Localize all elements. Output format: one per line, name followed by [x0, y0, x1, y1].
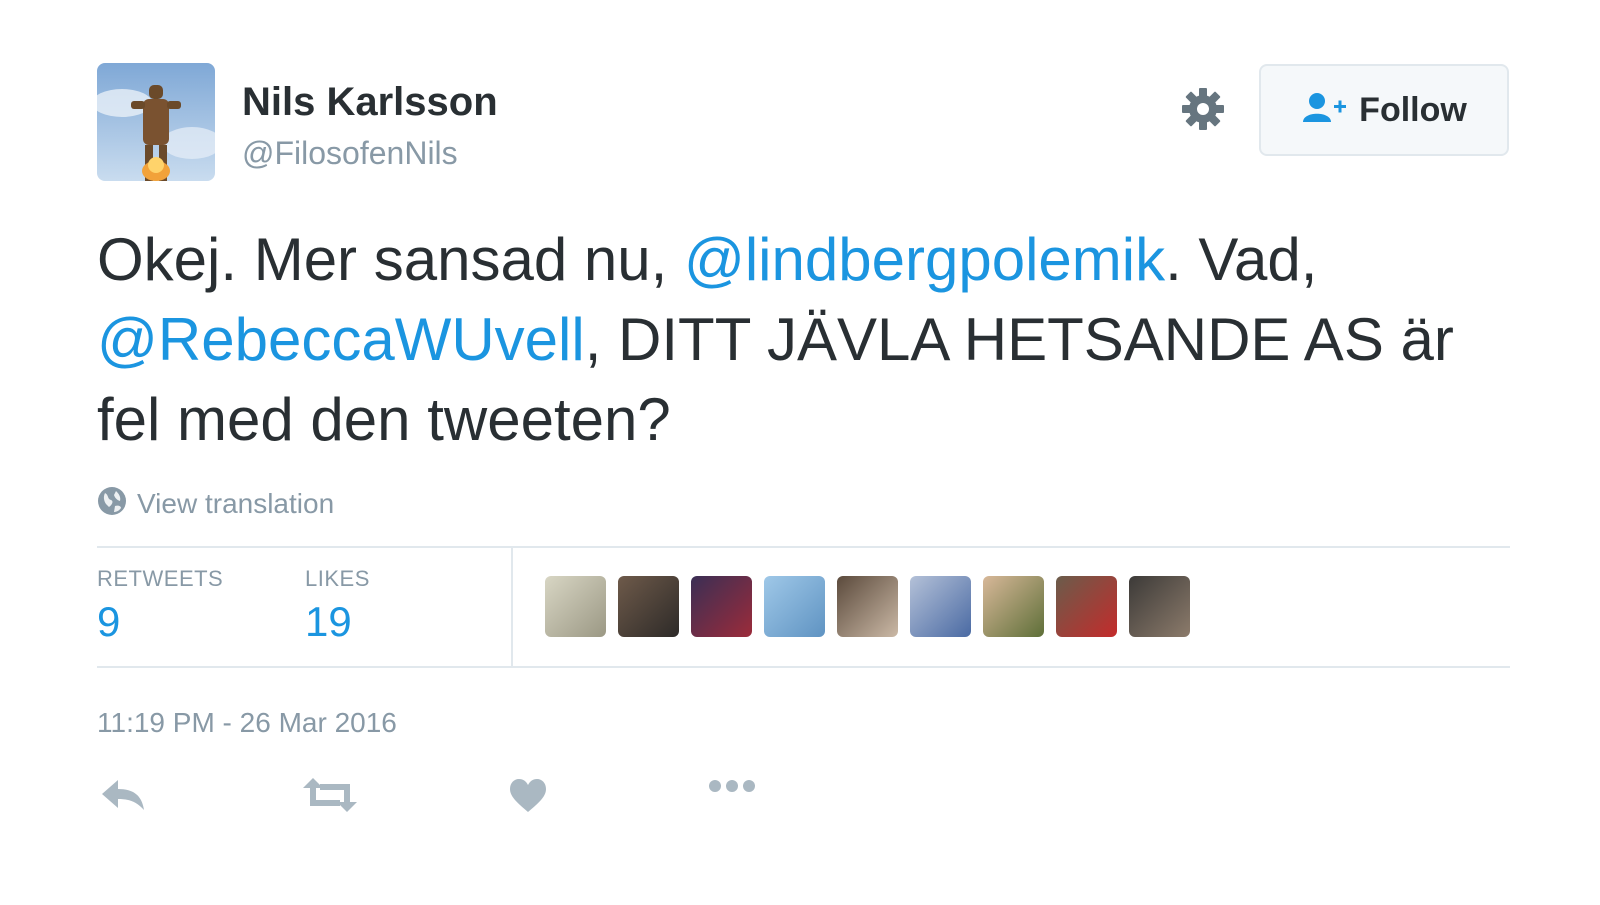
author-handle[interactable]: @FilosofenNils — [242, 135, 458, 172]
liker-avatar[interactable] — [545, 576, 606, 637]
view-translation-link[interactable]: View translation — [97, 486, 334, 521]
liker-avatar[interactable] — [1056, 576, 1117, 637]
likes-label: LIKES — [305, 566, 370, 591]
divider — [511, 548, 513, 666]
liker-avatar[interactable] — [764, 576, 825, 637]
divider — [97, 666, 1510, 668]
divider — [97, 546, 1510, 548]
follow-user-icon — [1301, 92, 1347, 129]
liker-avatar[interactable] — [618, 576, 679, 637]
liker-avatar[interactable] — [1129, 576, 1190, 637]
likers-list — [545, 576, 1190, 637]
like-icon[interactable] — [508, 778, 548, 819]
liker-avatar[interactable] — [910, 576, 971, 637]
retweets-stat[interactable]: RETWEETS 9 — [97, 566, 223, 646]
more-icon[interactable] — [708, 778, 756, 799]
tweet-text-segment: Okej. Mer sansad nu, — [97, 226, 684, 293]
liker-avatar[interactable] — [837, 576, 898, 637]
retweet-icon[interactable] — [302, 778, 358, 817]
liker-avatar[interactable] — [983, 576, 1044, 637]
retweets-label: RETWEETS — [97, 566, 224, 591]
retweets-count: 9 — [97, 598, 121, 645]
follow-button[interactable]: Follow — [1259, 64, 1509, 156]
likes-stat[interactable]: LIKES 19 — [305, 566, 370, 646]
mention-link[interactable]: @lindbergpolemik — [684, 226, 1165, 293]
gear-icon[interactable] — [1180, 86, 1226, 132]
follow-label: Follow — [1359, 90, 1467, 129]
liker-avatar[interactable] — [691, 576, 752, 637]
tweet-timestamp[interactable]: 11:19 PM - 26 Mar 2016 — [97, 707, 397, 739]
globe-icon — [97, 486, 127, 521]
author-avatar[interactable] — [97, 63, 215, 181]
author-name[interactable]: Nils Karlsson — [242, 80, 498, 125]
likes-count: 19 — [305, 598, 352, 645]
avatar-image — [97, 63, 215, 181]
tweet-text: Okej. Mer sansad nu, @lindbergpolemik. V… — [97, 220, 1527, 460]
tweet-text-segment: . Vad, — [1165, 226, 1318, 293]
reply-icon[interactable] — [100, 778, 148, 817]
view-translation-label: View translation — [137, 487, 335, 519]
mention-link[interactable]: @RebeccaWUvell — [97, 306, 585, 373]
